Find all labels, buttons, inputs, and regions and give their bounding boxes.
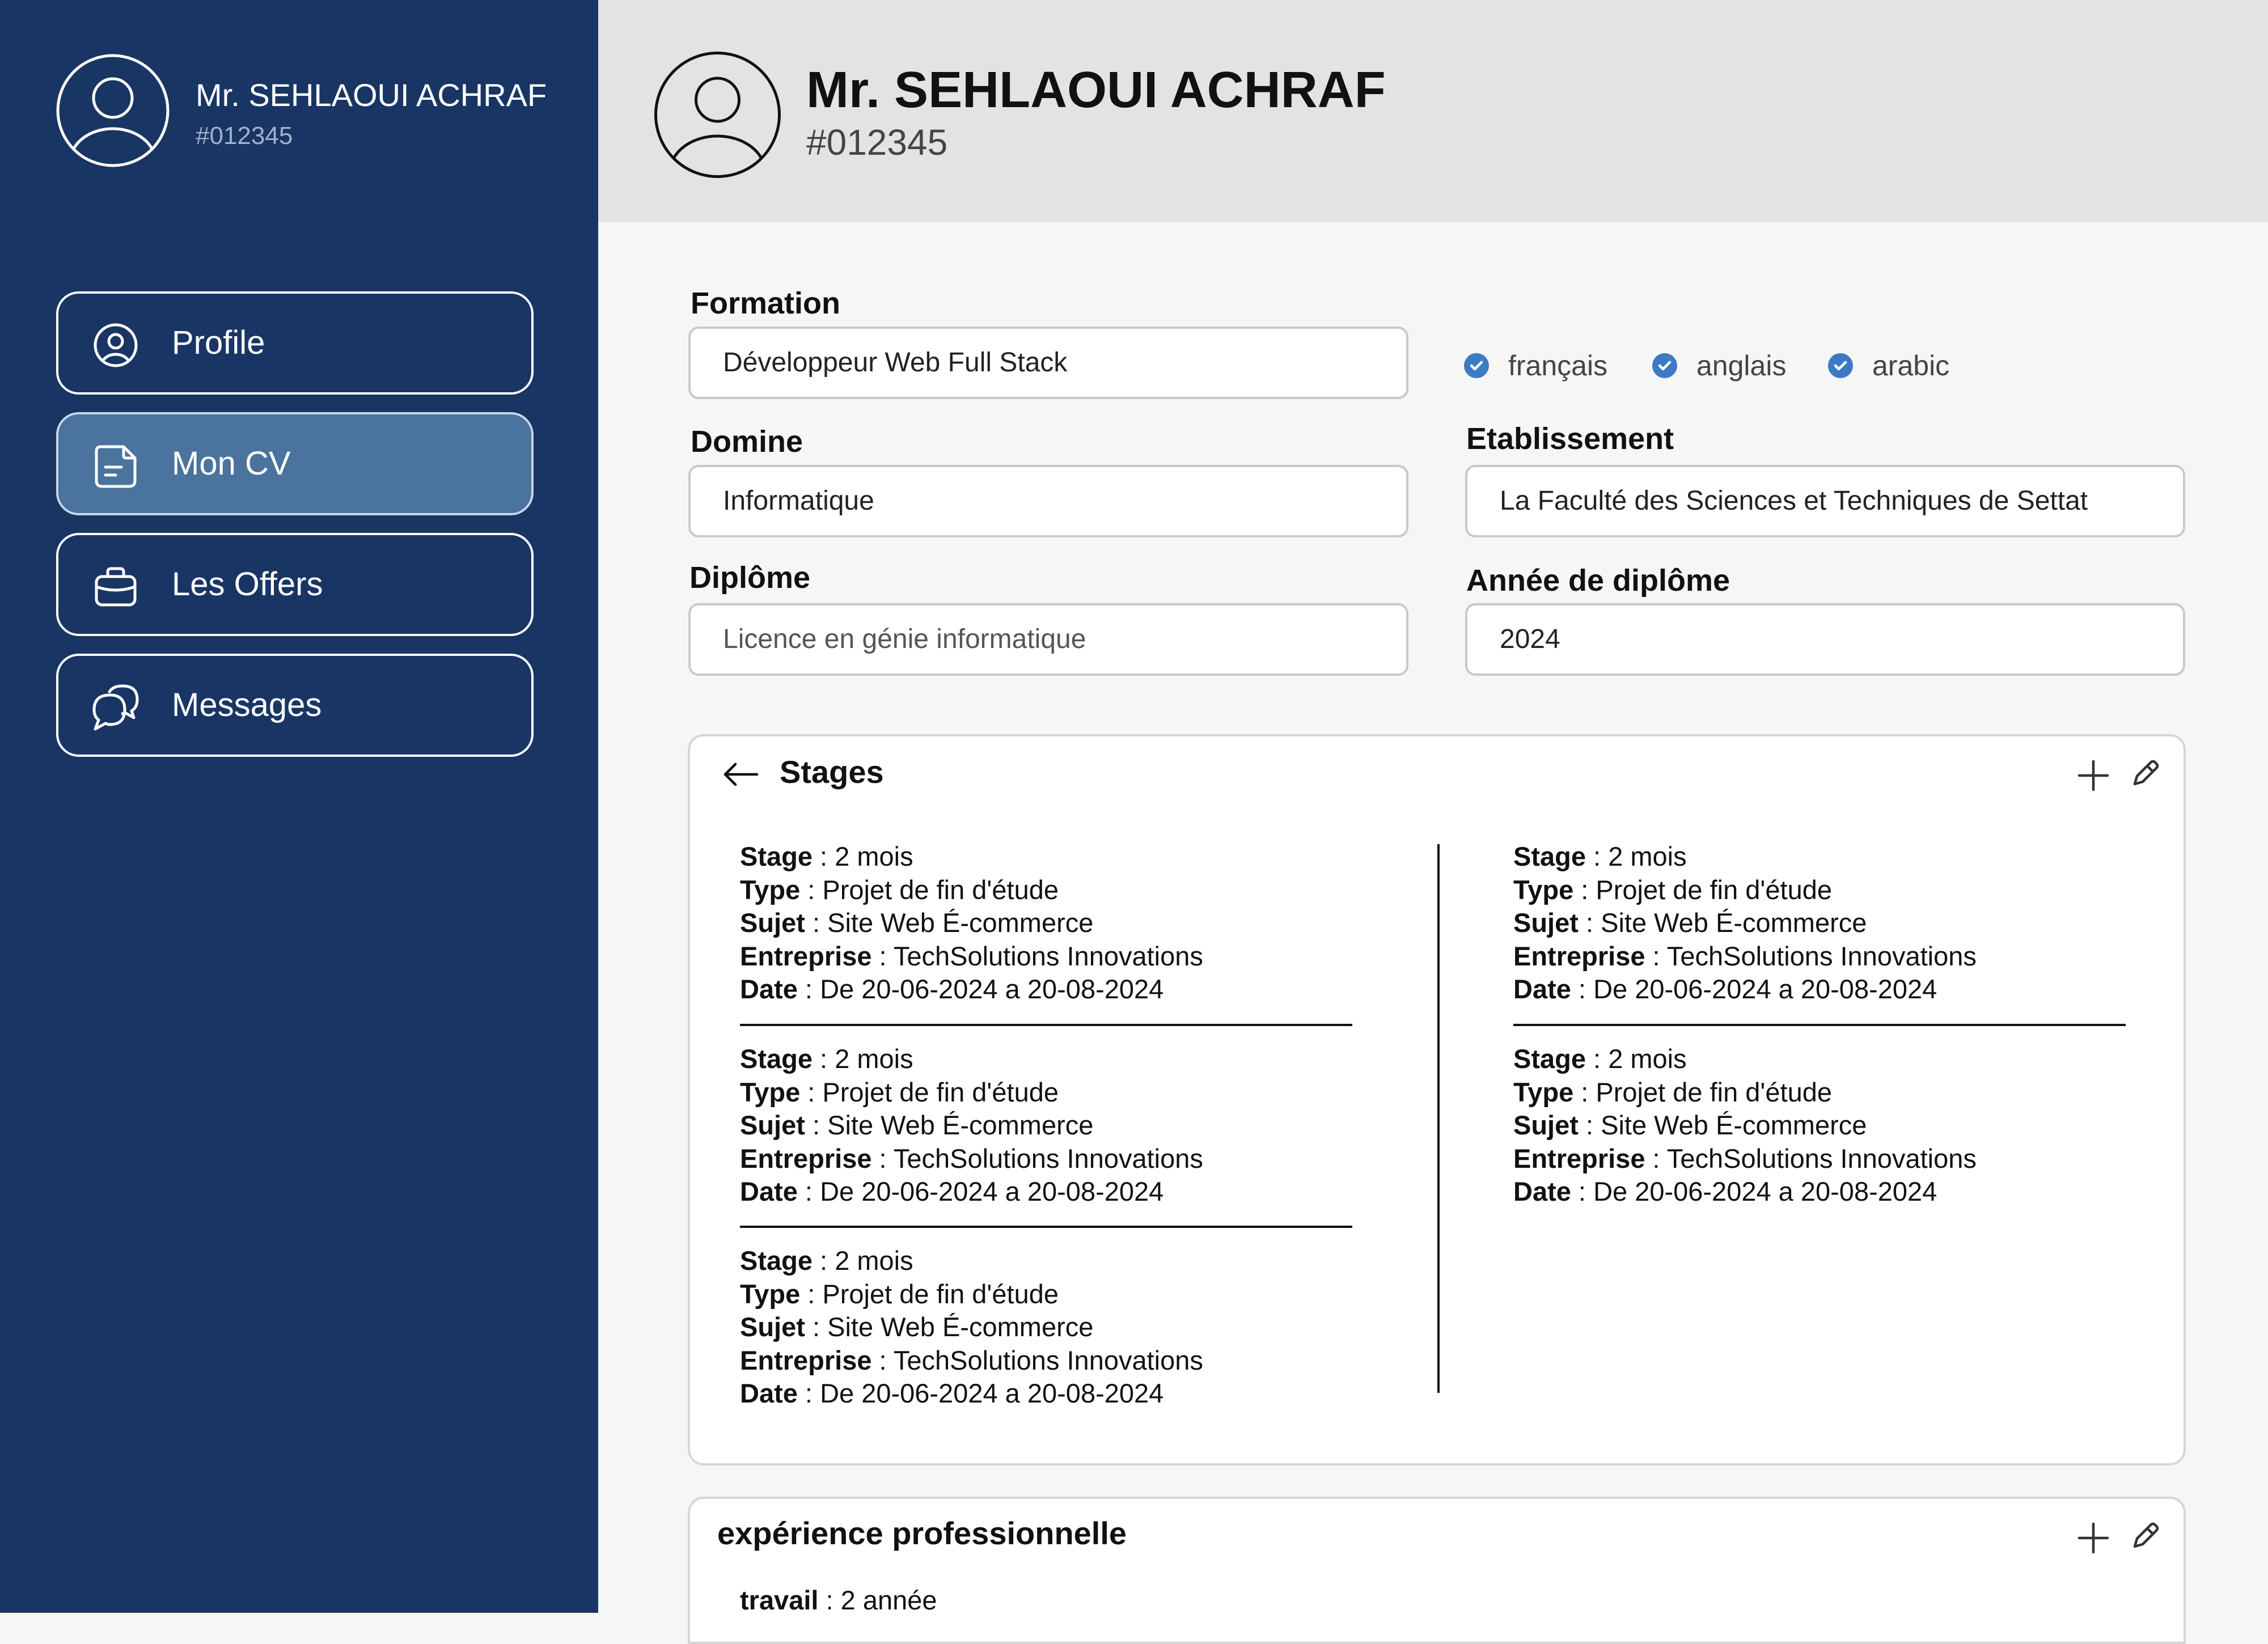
diplome-label: Diplôme (689, 561, 811, 595)
profile-header: Mr. SEHLAOUI ACHRAF #012345 (598, 0, 2268, 222)
pencil-icon[interactable] (2125, 755, 2164, 794)
language-checkbox-francais[interactable]: français (1464, 343, 1607, 388)
language-label: anglais (1696, 350, 1787, 382)
page-title: Mr. SEHLAOUI ACHRAF (806, 62, 1386, 118)
sidebar-item-label: Profile (172, 324, 265, 361)
sidebar-item-messages[interactable]: Messages (56, 654, 534, 757)
stages-title: Stages (780, 754, 884, 790)
annee-diplome-label: Année de diplôme (1466, 563, 1730, 598)
sidebar-item-les-offers[interactable]: Les Offers (56, 533, 534, 636)
sidebar-item-label: Les Offers (172, 566, 323, 603)
stage-entry: Stage : 2 mois Type : Projet de fin d'ét… (740, 1245, 1203, 1408)
briefcase-icon (95, 567, 137, 607)
user-circle-icon (94, 323, 138, 367)
stage-entry: Stage : 2 mois Type : Projet de fin d'ét… (1513, 1044, 1977, 1206)
sidebar-item-label: Mon CV (172, 445, 291, 482)
stage-entry: Stage : 2 mois Type : Projet de fin d'ét… (740, 1044, 1203, 1206)
language-label: français (1508, 350, 1608, 382)
divider (740, 1024, 1352, 1026)
avatar-icon (56, 54, 170, 167)
stages-panel: Stages Stage : 2 mois Type : Projet de f… (688, 734, 2186, 1465)
experience-panel: expérience professionnelle travail : 2 a… (688, 1497, 2186, 1644)
document-icon (95, 445, 137, 488)
divider (740, 1226, 1352, 1228)
formation-field[interactable]: Développeur Web Full Stack (688, 327, 1408, 399)
domaine-label: Domine (691, 425, 803, 459)
stage-entry: Stage : 2 mois Type : Projet de fin d'ét… (740, 841, 1203, 1004)
language-label: arabic (1872, 350, 1950, 382)
check-icon (1652, 353, 1677, 378)
sidebar-item-mon-cv[interactable]: Mon CV (56, 412, 534, 515)
etablissement-label: Etablissement (1466, 422, 1674, 456)
domaine-field[interactable]: Informatique (688, 465, 1408, 537)
chat-bubbles-icon (92, 684, 139, 731)
sidebar: Mr. SEHLAOUI ACHRAF #012345 Profile Mon … (0, 0, 598, 1613)
language-checkbox-arabic[interactable]: arabic (1828, 343, 1949, 388)
plus-icon[interactable] (2074, 756, 2113, 795)
formation-label: Formation (691, 286, 840, 320)
sidebar-user-name: Mr. SEHLAOUI ACHRAF (196, 77, 547, 113)
check-icon (1828, 353, 1853, 378)
experience-title: expérience professionnelle (717, 1515, 1127, 1551)
etablissement-field[interactable]: La Faculté des Sciences et Techniques de… (1465, 465, 2185, 537)
sidebar-item-label: Messages (172, 687, 322, 723)
stage-entry: Stage : 2 mois Type : Projet de fin d'ét… (1513, 841, 1977, 1004)
arrow-left-icon[interactable] (721, 755, 760, 794)
divider (1513, 1024, 2126, 1026)
check-icon (1464, 353, 1489, 378)
column-divider (1437, 844, 1440, 1393)
annee-diplome-field[interactable]: 2024 (1465, 603, 2185, 676)
sidebar-item-profile[interactable]: Profile (56, 291, 534, 395)
plus-icon[interactable] (2074, 1518, 2113, 1558)
language-checkbox-anglais[interactable]: anglais (1652, 343, 1786, 388)
diplome-field[interactable]: Licence en génie informatique (688, 603, 1408, 676)
pencil-icon[interactable] (2125, 1517, 2164, 1557)
avatar-icon (654, 52, 781, 178)
sidebar-user-id: #012345 (196, 122, 293, 150)
experience-entry: travail : 2 année (740, 1585, 937, 1615)
user-id: #012345 (806, 122, 948, 163)
